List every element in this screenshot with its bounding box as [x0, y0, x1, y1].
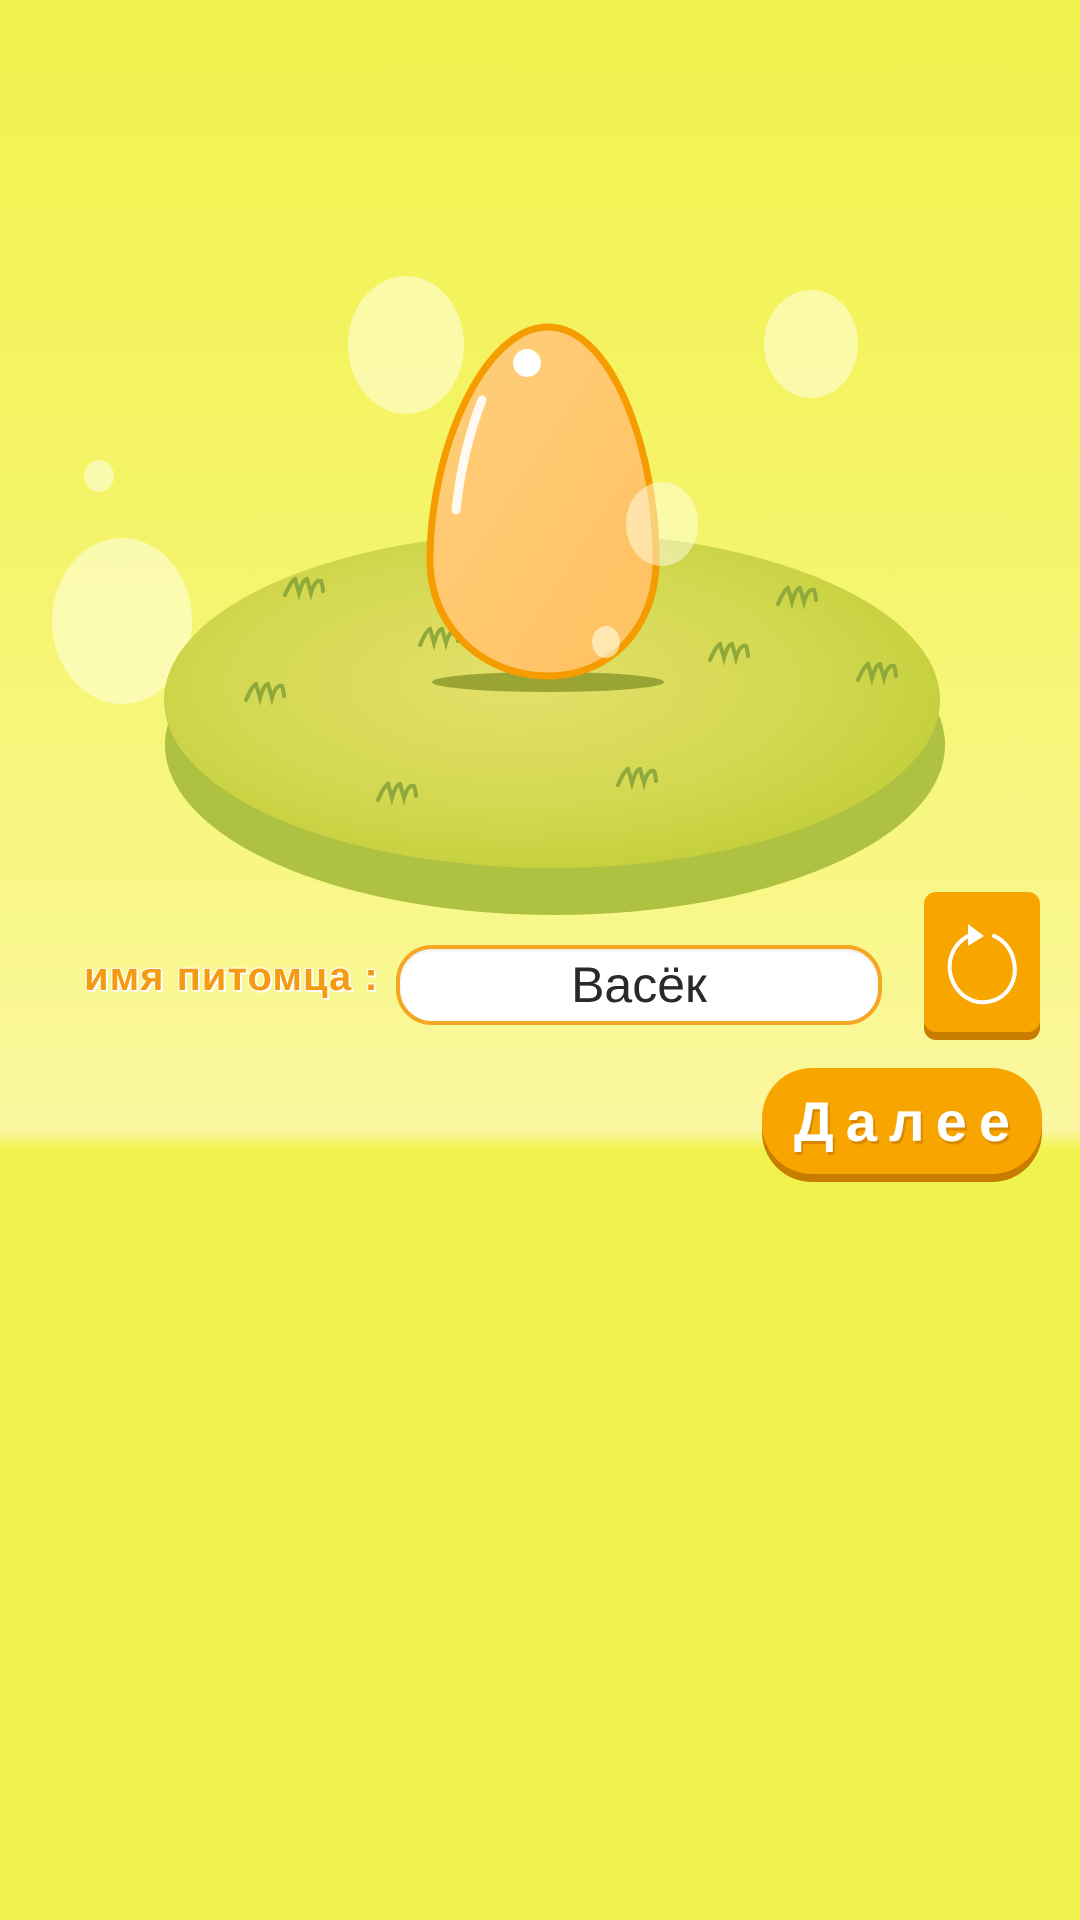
- game-screen: имя питомца : Далее: [0, 0, 1080, 1920]
- pet-name-field[interactable]: [396, 945, 882, 1025]
- next-button[interactable]: Далее: [762, 1068, 1042, 1174]
- refresh-icon: [947, 924, 1017, 1005]
- lower-field: [0, 1240, 1080, 1920]
- pet-name-label: имя питомца :: [84, 955, 379, 999]
- bubble: [626, 482, 698, 566]
- egg-icon[interactable]: [426, 323, 660, 680]
- bubble: [592, 626, 620, 658]
- reroll-name-button[interactable]: [924, 892, 1040, 1032]
- pet-name-input[interactable]: [400, 949, 878, 1021]
- pet-scene: [164, 323, 945, 915]
